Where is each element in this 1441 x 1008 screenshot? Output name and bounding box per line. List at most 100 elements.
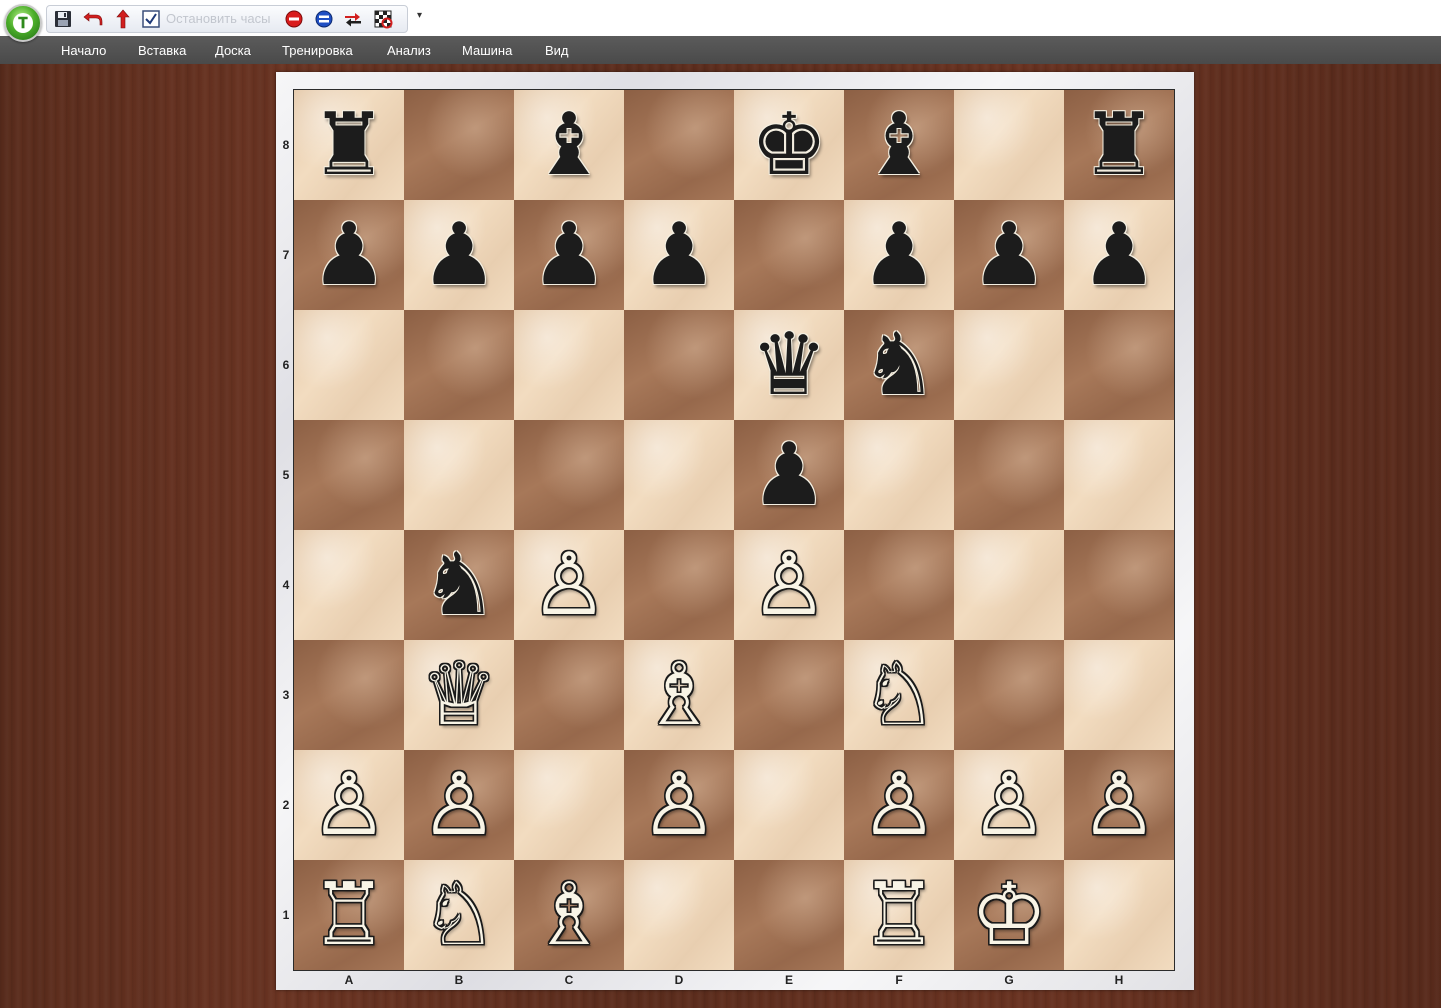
square-c6[interactable]	[514, 310, 624, 420]
square-h5[interactable]	[1064, 420, 1174, 530]
white-pawn-icon[interactable]: ♙	[1064, 750, 1174, 860]
black-knight-icon[interactable]: ♞	[844, 310, 954, 420]
square-h1[interactable]	[1064, 860, 1174, 970]
square-d8[interactable]	[624, 90, 734, 200]
square-h4[interactable]	[1064, 530, 1174, 640]
app-orb-button[interactable]: 𝐓	[4, 4, 42, 42]
white-pawn-icon[interactable]: ♙	[624, 750, 734, 860]
square-a7[interactable]: ♟	[294, 200, 404, 310]
square-f4[interactable]	[844, 530, 954, 640]
white-pawn-icon[interactable]: ♙	[404, 750, 514, 860]
square-b8[interactable]	[404, 90, 514, 200]
pause-button[interactable]	[314, 9, 334, 29]
square-c3[interactable]	[514, 640, 624, 750]
menu-insert[interactable]: Вставка	[138, 43, 186, 59]
customize-toolbar-dropdown-icon[interactable]: ▾	[417, 10, 422, 21]
white-knight-icon[interactable]: ♘	[844, 640, 954, 750]
square-c5[interactable]	[514, 420, 624, 530]
square-b7[interactable]: ♟	[404, 200, 514, 310]
square-e5[interactable]: ♟	[734, 420, 844, 530]
square-e8[interactable]: ♚	[734, 90, 844, 200]
square-d4[interactable]	[624, 530, 734, 640]
square-g3[interactable]	[954, 640, 1064, 750]
black-rook-icon[interactable]: ♜	[294, 90, 404, 200]
square-d1[interactable]	[624, 860, 734, 970]
square-c4[interactable]: ♙	[514, 530, 624, 640]
black-pawn-icon[interactable]: ♟	[1064, 200, 1174, 310]
white-queen-icon[interactable]: ♕	[404, 640, 514, 750]
menu-engine[interactable]: Машина	[462, 43, 512, 59]
black-bishop-icon[interactable]: ♝	[514, 90, 624, 200]
square-a8[interactable]: ♜	[294, 90, 404, 200]
white-knight-icon[interactable]: ♘	[404, 860, 514, 970]
square-h8[interactable]: ♜	[1064, 90, 1174, 200]
square-f1[interactable]: ♖	[844, 860, 954, 970]
square-a1[interactable]: ♖	[294, 860, 404, 970]
white-bishop-icon[interactable]: ♗	[624, 640, 734, 750]
checkbox-button[interactable]	[141, 9, 161, 29]
square-e2[interactable]	[734, 750, 844, 860]
square-c7[interactable]: ♟	[514, 200, 624, 310]
square-e3[interactable]	[734, 640, 844, 750]
black-pawn-icon[interactable]: ♟	[404, 200, 514, 310]
white-pawn-icon[interactable]: ♙	[294, 750, 404, 860]
square-c2[interactable]	[514, 750, 624, 860]
square-e6[interactable]: ♛	[734, 310, 844, 420]
white-rook-icon[interactable]: ♖	[294, 860, 404, 970]
white-rook-icon[interactable]: ♖	[844, 860, 954, 970]
square-b4[interactable]: ♞	[404, 530, 514, 640]
chess-board[interactable]: ♜ ♝ ♚ ♝ ♜ ♟ ♟ ♟ ♟ ♟ ♟ ♟ ♛ ♞ ♟ ♞ ♙ ♙ ♕ ♗ ♘ ♙ ♙ ♙ ♙ ♙ ♙ ♖ ♘ ♗ ♖ ♔	[293, 89, 1175, 971]
black-king-icon[interactable]: ♚	[734, 90, 844, 200]
square-b3[interactable]: ♕	[404, 640, 514, 750]
square-h7[interactable]: ♟	[1064, 200, 1174, 310]
white-pawn-icon[interactable]: ♙	[954, 750, 1064, 860]
menu-training[interactable]: Тренировка	[282, 43, 353, 59]
square-g4[interactable]	[954, 530, 1064, 640]
square-f8[interactable]: ♝	[844, 90, 954, 200]
white-pawn-icon[interactable]: ♙	[734, 530, 844, 640]
menu-board[interactable]: Доска	[215, 43, 251, 59]
square-g2[interactable]: ♙	[954, 750, 1064, 860]
black-bishop-icon[interactable]: ♝	[844, 90, 954, 200]
black-pawn-icon[interactable]: ♟	[734, 420, 844, 530]
white-pawn-icon[interactable]: ♙	[844, 750, 954, 860]
square-g5[interactable]	[954, 420, 1064, 530]
flip-board-button[interactable]	[343, 9, 363, 29]
square-b1[interactable]: ♘	[404, 860, 514, 970]
square-d5[interactable]	[624, 420, 734, 530]
square-g6[interactable]	[954, 310, 1064, 420]
black-pawn-icon[interactable]: ♟	[624, 200, 734, 310]
black-pawn-icon[interactable]: ♟	[954, 200, 1064, 310]
black-queen-icon[interactable]: ♛	[734, 310, 844, 420]
square-b2[interactable]: ♙	[404, 750, 514, 860]
black-pawn-icon[interactable]: ♟	[294, 200, 404, 310]
menu-home[interactable]: Начало	[61, 43, 106, 59]
square-d6[interactable]	[624, 310, 734, 420]
square-h6[interactable]	[1064, 310, 1174, 420]
square-b6[interactable]	[404, 310, 514, 420]
square-a4[interactable]	[294, 530, 404, 640]
square-b5[interactable]	[404, 420, 514, 530]
square-c1[interactable]: ♗	[514, 860, 624, 970]
square-h3[interactable]	[1064, 640, 1174, 750]
white-pawn-icon[interactable]: ♙	[514, 530, 624, 640]
square-a2[interactable]: ♙	[294, 750, 404, 860]
board-settings-button[interactable]	[373, 9, 393, 29]
square-f6[interactable]: ♞	[844, 310, 954, 420]
upload-button[interactable]	[113, 9, 133, 29]
square-d2[interactable]: ♙	[624, 750, 734, 860]
black-rook-icon[interactable]: ♜	[1064, 90, 1174, 200]
white-king-icon[interactable]: ♔	[954, 860, 1064, 970]
square-d7[interactable]: ♟	[624, 200, 734, 310]
square-g7[interactable]: ♟	[954, 200, 1064, 310]
square-f3[interactable]: ♘	[844, 640, 954, 750]
black-pawn-icon[interactable]: ♟	[514, 200, 624, 310]
stop-clock-label[interactable]: Остановить часы	[166, 12, 270, 26]
black-pawn-icon[interactable]: ♟	[844, 200, 954, 310]
square-d3[interactable]: ♗	[624, 640, 734, 750]
menu-view[interactable]: Вид	[545, 43, 569, 59]
undo-button[interactable]	[83, 9, 103, 29]
square-a5[interactable]	[294, 420, 404, 530]
stop-button[interactable]	[284, 9, 304, 29]
square-f2[interactable]: ♙	[844, 750, 954, 860]
